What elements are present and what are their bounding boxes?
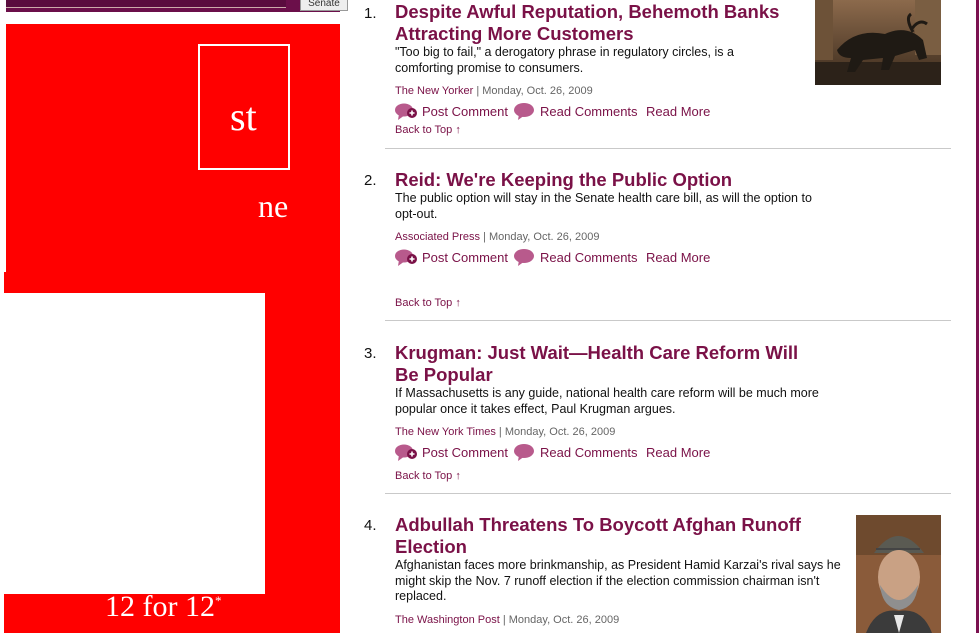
read-more-link[interactable]: Read More xyxy=(646,445,710,460)
post-comment-icon[interactable] xyxy=(395,248,419,266)
article-date: Monday, Oct. 26, 2009 xyxy=(508,614,620,626)
arrow-up-icon: ↑ xyxy=(455,124,461,136)
article-summary: The public option will stay in the Senat… xyxy=(395,191,812,221)
read-comments-icon[interactable] xyxy=(514,102,536,120)
promo-partial-text: st xyxy=(230,94,257,139)
article-title-link[interactable]: Adbullah Threatens To Boycott Afghan Run… xyxy=(395,514,835,558)
article-number: 4. xyxy=(364,517,377,534)
back-to-top-link[interactable]: Back to Top ↑ xyxy=(395,470,461,482)
post-comment-icon[interactable] xyxy=(395,443,419,461)
promo-right-column xyxy=(265,272,340,594)
read-more-link[interactable]: Read More xyxy=(646,250,710,265)
article-actions: Post Comment Read Comments Read More xyxy=(395,248,815,268)
post-comment-link[interactable]: Post Comment xyxy=(422,445,508,460)
promo-label: 12 for 12* xyxy=(105,590,222,623)
article-source-link[interactable]: Associated Press xyxy=(395,231,480,243)
hamid-karzai-portrait-photo[interactable] xyxy=(856,515,941,633)
arrow-up-icon: ↑ xyxy=(455,297,461,309)
article-date: Monday, Oct. 26, 2009 xyxy=(482,85,593,97)
article-meta: Associated Press | Monday, Oct. 26, 2009 xyxy=(395,231,600,243)
article-summary: If Massachusetts is any guide, national … xyxy=(395,386,819,416)
article-summary: "Too big to fail," a derogatory phrase i… xyxy=(395,45,734,75)
article-date: Monday, Oct. 26, 2009 xyxy=(488,231,600,243)
wall-street-bull-photo[interactable] xyxy=(815,0,941,85)
post-comment-icon[interactable] xyxy=(395,102,419,120)
post-comment-link[interactable]: Post Comment xyxy=(422,250,508,265)
article-date: Monday, Oct. 26, 2009 xyxy=(504,426,616,438)
article-meta: The Washington Post | Monday, Oct. 26, 2… xyxy=(395,614,620,626)
article-source-link[interactable]: The New Yorker xyxy=(395,85,473,97)
article-number: 1. xyxy=(364,5,377,22)
article-title-link[interactable]: Despite Awful Reputation, Behemoth Banks… xyxy=(395,1,815,45)
search-scope-button[interactable]: Senate xyxy=(300,0,348,11)
post-comment-link[interactable]: Post Comment xyxy=(422,104,508,119)
article-summary: Afghanistan faces more brinkmanship, as … xyxy=(395,558,841,603)
read-comments-link[interactable]: Read Comments xyxy=(540,104,638,119)
back-to-top-link[interactable]: Back to Top ↑ xyxy=(395,124,461,136)
article-divider xyxy=(385,493,951,494)
article-number: 3. xyxy=(364,345,377,362)
article-title-link[interactable]: Reid: We're Keeping the Public Option xyxy=(395,169,815,191)
read-comments-icon[interactable] xyxy=(514,248,536,266)
article-divider xyxy=(385,320,951,321)
top-search-bar: Senate xyxy=(6,0,348,12)
article-number: 2. xyxy=(364,172,377,189)
article-title-link[interactable]: Krugman: Just Wait—Health Care Reform Wi… xyxy=(395,342,800,386)
back-to-top-link[interactable]: Back to Top ↑ xyxy=(395,297,461,309)
read-more-link[interactable]: Read More xyxy=(646,104,710,119)
article-item: 3. Krugman: Just Wait—Health Care Reform… xyxy=(360,333,950,493)
read-comments-icon[interactable] xyxy=(514,443,536,461)
read-comments-link[interactable]: Read Comments xyxy=(540,445,638,460)
article-divider xyxy=(385,148,951,149)
article-source-link[interactable]: The New York Times xyxy=(395,426,496,438)
read-comments-link[interactable]: Read Comments xyxy=(540,250,638,265)
article-meta: The New Yorker | Monday, Oct. 26, 2009 xyxy=(395,85,593,97)
search-input[interactable] xyxy=(6,0,286,8)
article-actions: Post Comment Read Comments Read More xyxy=(395,443,815,463)
arrow-up-icon: ↑ xyxy=(455,470,461,482)
promo-partial-text-2: ne xyxy=(258,188,289,224)
article-actions: Post Comment Read Comments Read More xyxy=(395,102,815,122)
article-item: 2. Reid: We're Keeping the Public Option… xyxy=(360,160,950,320)
article-source-link[interactable]: The Washington Post xyxy=(395,614,500,626)
article-meta: The New York Times | Monday, Oct. 26, 20… xyxy=(395,426,616,438)
